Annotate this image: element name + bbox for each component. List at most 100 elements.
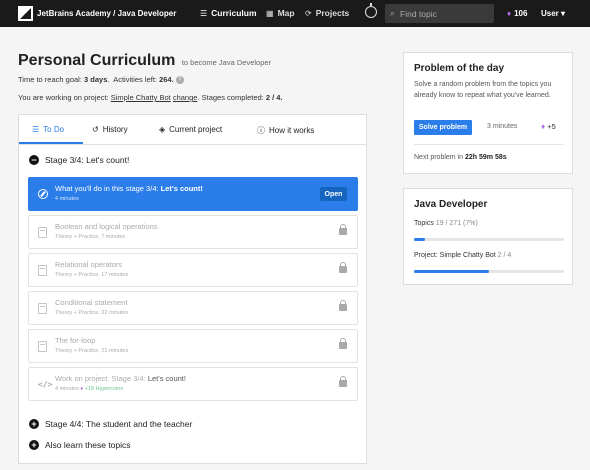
page-title-text: Personal Curriculum xyxy=(18,52,176,69)
gems-counter[interactable]: ♦ 106 xyxy=(507,9,527,18)
stage-next-title: Stage 4/4: The student and the teacher xyxy=(45,419,193,429)
project-progress-bar xyxy=(414,270,564,273)
stages-label: Stages completed: xyxy=(201,93,264,102)
collapse-icon: − xyxy=(29,155,39,165)
project-progress-value: 2 / 4 xyxy=(497,252,512,259)
open-button[interactable]: Open xyxy=(320,187,347,201)
lock-icon xyxy=(339,300,347,311)
nav-curriculum[interactable]: ☰ Curriculum xyxy=(200,8,257,18)
curriculum-card: ☰ To Do ↺ History ◈ Current project ⓘ Ho… xyxy=(18,114,367,464)
stage-next-header[interactable]: + Stage 4/4: The student and the teacher xyxy=(29,419,192,429)
history-icon: ↺ xyxy=(92,125,99,134)
topics-value: 19 / 271 (7%) xyxy=(435,220,478,227)
page-subtitle: to become Java Developer xyxy=(181,58,272,67)
curriculum-tabs: ☰ To Do ↺ History ◈ Current project ⓘ Ho… xyxy=(19,115,366,145)
solve-problem-button[interactable]: Solve problem xyxy=(414,120,472,135)
stage-intro-title: What you'll do in this stage 3/4: Let's … xyxy=(55,184,203,193)
project-progress-name: Project: Simple Chatty Bot xyxy=(414,252,496,259)
info-icon: ⓘ xyxy=(257,126,265,135)
project-stage-title-prefix: Work on project. Stage 3/4: xyxy=(55,374,146,383)
jetbrains-logo-icon[interactable] xyxy=(18,6,33,21)
help-icon[interactable]: ? xyxy=(175,76,184,85)
hypercoins-reward: +15 Hypercoins xyxy=(84,386,124,392)
stage-current-title: Stage 3/4: Let's count! xyxy=(45,155,130,165)
potd-reward: ♦ +5 xyxy=(541,122,556,131)
topic-title: Boolean and logical operations xyxy=(55,222,158,231)
topics-progress-label: Topics 19 / 271 (7%) xyxy=(414,220,478,227)
map-icon: ▦ xyxy=(266,8,274,18)
project-progress-label: Project: Simple Chatty Bot 2 / 4 xyxy=(414,252,511,259)
tab-current-project[interactable]: ◈ Current project xyxy=(159,125,222,134)
gem-icon: ♦ xyxy=(507,9,512,18)
also-learn-title: Also learn these topics xyxy=(45,440,131,450)
topic-sub: Theory + Practice, 21 minutes xyxy=(55,348,129,354)
change-project-link[interactable]: change xyxy=(173,93,198,102)
stage-current-header[interactable]: − Stage 3/4: Let's count! xyxy=(29,155,129,165)
nav-map[interactable]: ▦ Map xyxy=(266,8,295,18)
project-stage-title: Work on project. Stage 3/4: Let's count! xyxy=(55,374,186,383)
expand-icon: + xyxy=(29,440,39,450)
document-icon xyxy=(38,265,47,276)
stage-intro-sub: 4 minutes xyxy=(55,196,79,202)
brand-title[interactable]: JetBrains Academy / Java Developer xyxy=(37,9,176,18)
tab-how-it-works[interactable]: ⓘ How it works xyxy=(257,125,314,136)
topics-progress-fill xyxy=(414,238,425,241)
stage-intro-bold: Let's count! xyxy=(160,184,203,193)
time-label: Time to reach goal: xyxy=(18,75,82,84)
time-value: 3 days xyxy=(84,75,108,84)
code-icon: </> xyxy=(38,380,53,389)
project-label: You are working on project: xyxy=(18,93,109,102)
user-label: User xyxy=(541,9,559,18)
divider xyxy=(414,144,564,145)
next-problem-timer: Next problem in 22h 59m 58s xyxy=(414,154,507,161)
gems-value: 106 xyxy=(514,9,528,18)
topics-progress-bar xyxy=(414,238,564,241)
tab-to-do[interactable]: ☰ To Do xyxy=(32,125,64,134)
also-learn-header[interactable]: + Also learn these topics xyxy=(29,440,131,450)
lock-icon xyxy=(339,376,347,387)
document-icon xyxy=(38,227,47,238)
potd-minutes: 3 minutes xyxy=(487,123,518,130)
page-title: Personal Curriculum to become Java Devel… xyxy=(18,52,271,70)
top-navigation-bar: JetBrains Academy / Java Developer ☰ Cur… xyxy=(0,0,590,27)
next-problem-value: 22h 59m 58s xyxy=(464,154,507,161)
goal-meta: Time to reach goal: 3 days. Activities l… xyxy=(18,75,184,85)
potd-description: Solve a random problem from the topics y… xyxy=(414,81,552,99)
project-stage-item[interactable]: </> Work on project. Stage 3/4: Let's co… xyxy=(28,367,358,401)
nav-projects[interactable]: ⟳ Projects xyxy=(305,8,349,18)
document-icon xyxy=(38,341,47,352)
search-box[interactable]: ⌕ xyxy=(385,4,494,23)
track-progress-card: Java Developer Topics 19 / 271 (7%) Proj… xyxy=(403,188,573,285)
lock-icon xyxy=(339,262,347,273)
tab-history-label: History xyxy=(102,125,128,134)
tab-to-do-label: To Do xyxy=(43,125,65,134)
search-icon: ⌕ xyxy=(390,8,396,18)
topics-label: Topics xyxy=(414,220,434,227)
project-link[interactable]: Simple Chatty Bot xyxy=(111,93,171,102)
topic-item[interactable]: Conditional statement Theory + Practice,… xyxy=(28,291,358,325)
tab-current-project-label: Current project xyxy=(169,125,223,134)
track-title: Java Developer xyxy=(414,199,488,210)
stages-value: 2 / 4. xyxy=(265,93,283,102)
user-menu[interactable]: User ▾ xyxy=(541,9,565,18)
timer-icon[interactable] xyxy=(365,3,377,18)
lock-icon xyxy=(339,338,347,349)
tab-history[interactable]: ↺ History xyxy=(92,125,128,134)
next-problem-label: Next problem in xyxy=(414,154,464,161)
topic-item[interactable]: The for-loop Theory + Practice, 21 minut… xyxy=(28,329,358,363)
stage-intro-item[interactable]: What you'll do in this stage 3/4: Let's … xyxy=(28,177,358,211)
search-input[interactable] xyxy=(400,8,486,19)
nav-projects-label: Projects xyxy=(315,8,350,18)
gem-icon: ♦ xyxy=(80,386,84,392)
project-stage-time: 4 minutes xyxy=(55,386,79,392)
activities-label: Activities left: xyxy=(113,75,157,84)
project-stage-title-name: Let's count! xyxy=(147,374,186,383)
stage-intro-prefix: What you'll do in this stage 3/4: xyxy=(55,184,159,193)
list-icon: ☰ xyxy=(200,8,208,18)
topic-item[interactable]: Boolean and logical operations Theory + … xyxy=(28,215,358,249)
topic-item[interactable]: Relational operators Theory + Practice, … xyxy=(28,253,358,287)
topic-title: Relational operators xyxy=(55,260,123,269)
topic-title: Conditional statement xyxy=(55,298,128,307)
nav-curriculum-label: Curriculum xyxy=(211,8,257,18)
box-icon: ◈ xyxy=(159,125,166,134)
